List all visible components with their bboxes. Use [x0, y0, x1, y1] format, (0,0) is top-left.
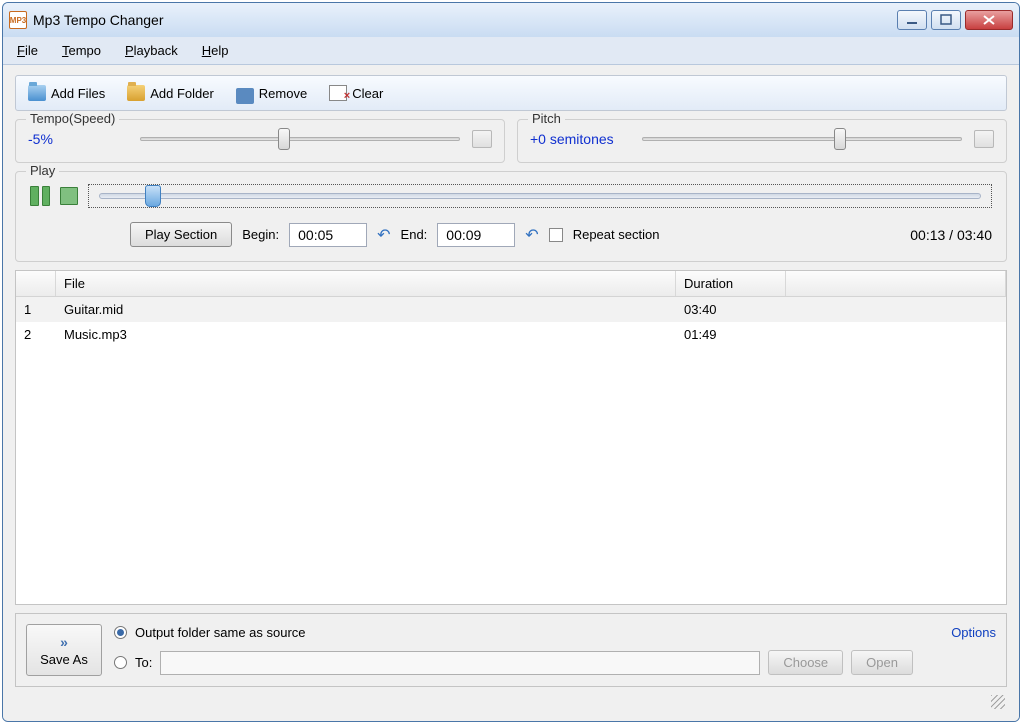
repeat-checkbox[interactable] [549, 228, 563, 242]
minus-icon [236, 88, 254, 104]
output-same-radio[interactable] [114, 626, 127, 639]
progress-thumb[interactable] [145, 185, 161, 207]
table-row[interactable]: 2Music.mp301:49 [16, 322, 1006, 347]
remove-label: Remove [259, 86, 307, 101]
pitch-slider[interactable] [642, 137, 962, 141]
begin-input[interactable] [289, 223, 367, 247]
folder-icon [127, 85, 145, 101]
cell-file: Guitar.mid [56, 300, 676, 319]
output-to-radio[interactable] [114, 656, 127, 669]
end-input[interactable] [437, 223, 515, 247]
tempo-value: -5% [28, 131, 128, 147]
output-path-input[interactable] [160, 651, 760, 675]
col-spacer [786, 271, 1006, 296]
clear-button[interactable]: Clear [325, 83, 387, 103]
add-files-label: Add Files [51, 86, 105, 101]
cell-index: 2 [16, 325, 56, 344]
output-to-label: To: [135, 655, 152, 670]
add-files-button[interactable]: Add Files [24, 83, 109, 103]
add-folder-button[interactable]: Add Folder [123, 83, 218, 103]
output-same-label: Output folder same as source [135, 625, 306, 640]
tempo-legend: Tempo(Speed) [26, 111, 119, 126]
toolbar: Add Files Add Folder Remove Clear [15, 75, 1007, 111]
play-section-button[interactable]: Play Section [130, 222, 232, 247]
time-display: 00:13 / 03:40 [910, 227, 992, 243]
col-duration[interactable]: Duration [676, 271, 786, 296]
end-label: End: [401, 227, 428, 242]
file-list-header: File Duration [16, 271, 1006, 297]
window-title: Mp3 Tempo Changer [33, 12, 893, 28]
table-row[interactable]: 1Guitar.mid03:40 [16, 297, 1006, 322]
tempo-slider-thumb[interactable] [278, 128, 290, 150]
file-list: File Duration 1Guitar.mid03:402Music.mp3… [15, 270, 1007, 605]
cell-file: Music.mp3 [56, 325, 676, 344]
repeat-label: Repeat section [573, 227, 660, 242]
tempo-panel: Tempo(Speed) -5% [15, 119, 505, 163]
save-as-label: Save As [40, 652, 88, 667]
pitch-reset-button[interactable] [974, 130, 994, 148]
pitch-slider-thumb[interactable] [834, 128, 846, 150]
play-panel: Play Play Section Begin: ↶ End: ↶ [15, 171, 1007, 262]
menubar: File Tempo Playback Help [3, 37, 1019, 65]
play-legend: Play [26, 163, 59, 178]
content: Add Files Add Folder Remove Clear Tempo(… [3, 65, 1019, 721]
cell-duration: 03:40 [676, 300, 786, 319]
cell-index: 1 [16, 300, 56, 319]
progress-slider[interactable] [99, 193, 981, 199]
folder-open-icon [28, 85, 46, 101]
begin-label: Begin: [242, 227, 279, 242]
menu-playback[interactable]: Playback [121, 41, 182, 60]
stop-button[interactable] [60, 187, 78, 205]
document-delete-icon [329, 85, 347, 101]
minimize-button[interactable] [897, 10, 927, 30]
remove-button[interactable]: Remove [232, 80, 311, 106]
pitch-value: +0 semitones [530, 131, 630, 147]
chevron-right-icon: » [60, 634, 68, 650]
file-list-body: 1Guitar.mid03:402Music.mp301:49 [16, 297, 1006, 347]
tempo-slider[interactable] [140, 137, 460, 141]
choose-button[interactable]: Choose [768, 650, 843, 675]
save-as-button[interactable]: » Save As [26, 624, 102, 676]
pitch-legend: Pitch [528, 111, 565, 126]
titlebar[interactable]: MP3 Mp3 Tempo Changer [3, 3, 1019, 37]
options-link[interactable]: Options [951, 625, 996, 640]
end-set-icon[interactable]: ↶ [525, 225, 538, 245]
tempo-reset-button[interactable] [472, 130, 492, 148]
clear-label: Clear [352, 86, 383, 101]
app-window: MP3 Mp3 Tempo Changer File Tempo Playbac… [2, 2, 1020, 722]
output-panel: » Save As Output folder same as source O… [15, 613, 1007, 687]
maximize-button[interactable] [931, 10, 961, 30]
pause-button[interactable] [30, 186, 50, 206]
pitch-panel: Pitch +0 semitones [517, 119, 1007, 163]
menu-tempo[interactable]: Tempo [58, 41, 105, 60]
col-index[interactable] [16, 271, 56, 296]
open-button[interactable]: Open [851, 650, 913, 675]
progress-container [88, 184, 992, 208]
app-icon: MP3 [9, 11, 27, 29]
menu-help[interactable]: Help [198, 41, 233, 60]
resize-grip[interactable] [991, 695, 1005, 709]
menu-file[interactable]: File [13, 41, 42, 60]
close-button[interactable] [965, 10, 1013, 30]
begin-set-icon[interactable]: ↶ [377, 225, 390, 245]
col-file[interactable]: File [56, 271, 676, 296]
add-folder-label: Add Folder [150, 86, 214, 101]
cell-duration: 01:49 [676, 325, 786, 344]
